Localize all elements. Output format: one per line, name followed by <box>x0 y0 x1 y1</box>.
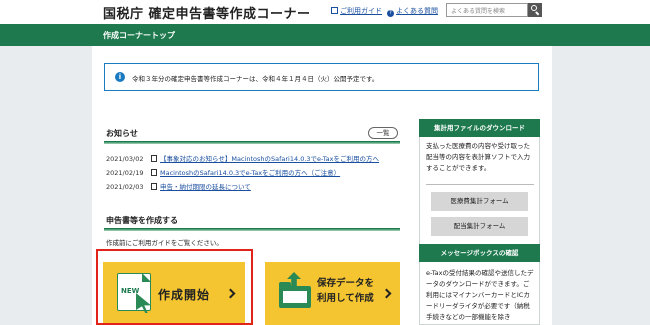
chevron-right-icon <box>381 288 392 299</box>
folder-upload-icon <box>279 282 311 308</box>
notice-text: 令和３年分の確定申告書等作成コーナーは、令和４年１月４日（火）公開予定です。 <box>132 75 379 83</box>
news-date: 2021/02/19 <box>106 169 144 177</box>
question-icon: ? <box>387 10 394 17</box>
sidebar-divider <box>426 184 534 185</box>
message-box-heading: メッセージボックスの確認 <box>419 244 540 262</box>
info-icon: i <box>115 72 125 82</box>
page-banner: 作成コーナートップ <box>0 24 650 46</box>
news-date: 2021/03/02 <box>106 155 144 163</box>
search-input[interactable]: よくある質問を検索 <box>446 3 528 17</box>
book-icon <box>331 7 338 14</box>
message-box-text: e-Taxの受付結果の確認や送信したデータのダウンロードができます。ご利用にはマ… <box>426 269 534 321</box>
news-date: 2021/02/03 <box>106 183 144 191</box>
dividend-form-button[interactable]: 配当集計フォーム <box>431 217 528 236</box>
download-heading: 集計用ファイルのダウンロード <box>419 119 540 137</box>
document-icon <box>151 183 157 190</box>
medical-expense-form-button[interactable]: 医療費集計フォーム <box>431 192 528 211</box>
highlight-frame <box>96 249 253 325</box>
faq-link-label: よくある質問 <box>396 7 438 15</box>
document-icon <box>151 169 157 176</box>
news-divider <box>104 141 400 144</box>
document-icon <box>151 155 157 162</box>
news-heading: お知らせ <box>106 129 138 138</box>
create-heading: 申告書等を作成する <box>106 216 178 225</box>
notice-box: i 令和３年分の確定申告書等作成コーナーは、令和４年１月４日（火）公開予定です。 <box>104 63 539 91</box>
faq-link[interactable]: ? よくある質問 <box>387 6 438 17</box>
top-header: 国税庁 確定申告書等作成コーナー ご利用ガイド ? よくある質問 よくある質問を検… <box>0 0 650 24</box>
use-saved-data-line1: 保存データを <box>317 278 375 289</box>
page-title: 作成コーナートップ <box>103 31 175 40</box>
download-text: 支払った医療費の内容や受け取った配当等の内容を表計算ソフトで入力することができま… <box>426 142 530 172</box>
news-item[interactable]: 2021/02/03 申告・納付期限の延長について <box>106 181 251 191</box>
use-saved-data-label: 保存データを 利用して作成 <box>317 276 374 306</box>
create-divider <box>104 228 400 231</box>
search-button[interactable] <box>528 3 542 17</box>
create-caption: 作成前にご利用ガイドをご覧ください。 <box>106 239 223 247</box>
news-link[interactable]: 【事象対応のお知らせ】MacintoshのSafari14.0.3でe-Taxを… <box>160 155 379 163</box>
guide-link-label: ご利用ガイド <box>340 7 382 15</box>
use-saved-data-line2: 利用して作成 <box>317 293 374 304</box>
use-saved-data-button[interactable]: 保存データを 利用して作成 <box>265 262 400 325</box>
news-link[interactable]: MacintoshのSafari14.0.3でe-Taxをご利用の方へ（ご注意） <box>160 169 340 177</box>
news-list-button[interactable]: 一覧 <box>368 127 398 139</box>
guide-link[interactable]: ご利用ガイド <box>331 6 382 16</box>
site-title[interactable]: 国税庁 確定申告書等作成コーナー <box>103 3 311 22</box>
news-link[interactable]: 申告・納付期限の延長について <box>160 183 251 191</box>
news-item[interactable]: 2021/03/02 【事象対応のお知らせ】MacintoshのSafari14.… <box>106 153 379 163</box>
news-item[interactable]: 2021/02/19 MacintoshのSafari14.0.3でe-Taxをご… <box>106 167 340 177</box>
